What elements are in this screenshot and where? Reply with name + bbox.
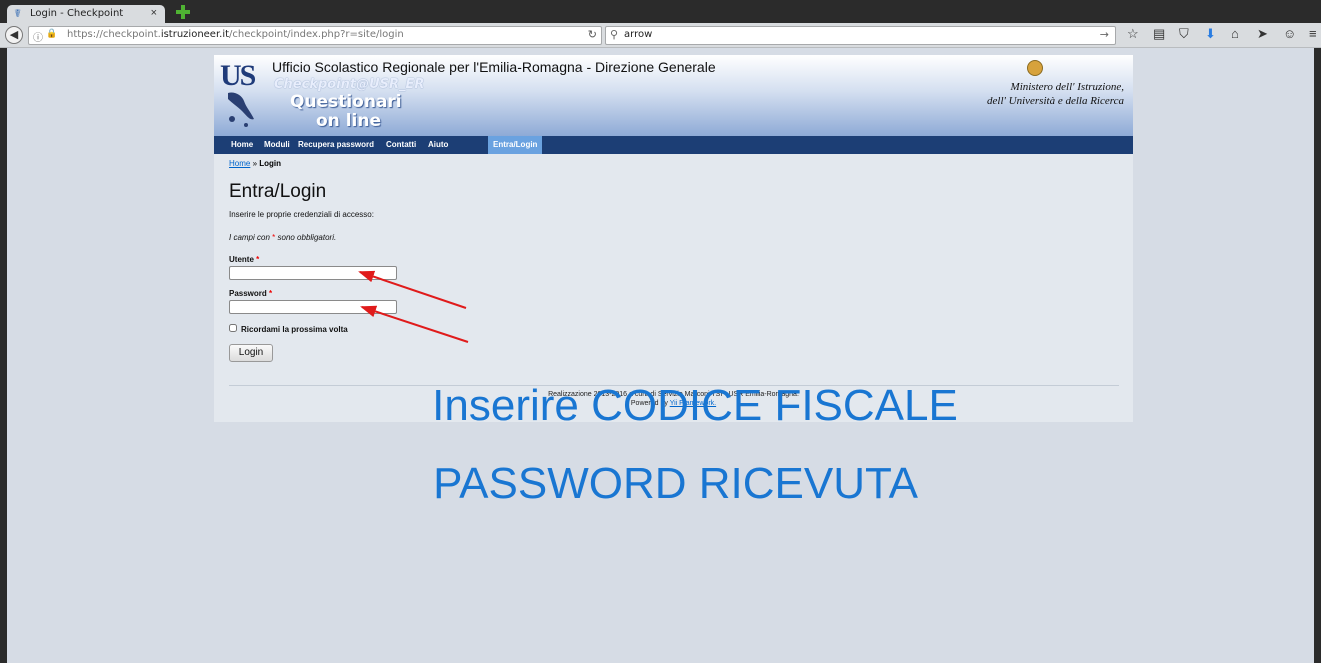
- breadcrumb: Home » Login: [229, 159, 281, 168]
- search-input[interactable]: arrow: [624, 29, 652, 40]
- menu-item-contatti[interactable]: Contatti: [386, 136, 416, 154]
- window-frame-left: [0, 0, 7, 663]
- download-icon[interactable]: ⬇: [1205, 26, 1216, 42]
- annotation-password-ricevuta: PASSWORD RICEVUTA: [433, 459, 918, 508]
- required-note-after: sono obbligatori.: [275, 233, 337, 242]
- browser-tab[interactable]: ☤ Login - Checkpoint ×: [7, 5, 165, 23]
- republic-emblem-icon: [1027, 60, 1043, 76]
- menu-item-moduli[interactable]: Moduli: [264, 136, 290, 154]
- browser-nav-bar: ◀ ⓘ 🔒 https://checkpoint.istruzioneer.it…: [0, 23, 1321, 48]
- toolbar-icons: ☆ ▤ ⛉ ⬇ ⌂ ➤ ☺ ≡: [1127, 26, 1321, 44]
- username-label: Utente *: [229, 255, 259, 264]
- username-label-text: Utente: [229, 255, 254, 264]
- username-required-star: *: [256, 255, 260, 264]
- password-label-text: Password: [229, 289, 267, 298]
- page-title: Entra/Login: [229, 181, 327, 202]
- chat-icon[interactable]: ☺: [1283, 26, 1296, 41]
- pocket-icon[interactable]: ⛉: [1179, 26, 1189, 42]
- home-icon[interactable]: ⌂: [1231, 26, 1239, 41]
- page-container: US Ufficio Scolastico Regionale per l'Em…: [214, 55, 1133, 422]
- menu-item-login[interactable]: Entra/Login: [488, 136, 543, 154]
- menu-item-recupera-password[interactable]: Recupera password: [298, 136, 374, 154]
- url-prefix: https://checkpoint.: [67, 29, 161, 40]
- menu-icon[interactable]: ≡: [1309, 26, 1317, 41]
- url-bar[interactable]: ⓘ 🔒 https://checkpoint.istruzioneer.it/c…: [28, 26, 602, 45]
- username-input[interactable]: [229, 266, 397, 280]
- password-required-star: *: [269, 289, 273, 298]
- window-frame-right: [1314, 0, 1321, 663]
- password-label: Password *: [229, 289, 272, 298]
- brand-name: Checkpoint@USR_ER: [274, 77, 425, 92]
- ministry-name-2: dell' Università e della Ricerca: [987, 95, 1124, 107]
- url-domain: istruzioneer.it: [160, 29, 230, 40]
- intro-text: Inserire le proprie credenziali di acces…: [229, 210, 374, 219]
- login-button[interactable]: Login: [229, 344, 273, 362]
- required-note-before: I campi con: [229, 233, 273, 242]
- office-name: Ufficio Scolastico Regionale per l'Emili…: [272, 59, 716, 75]
- reload-icon[interactable]: ↻: [588, 28, 597, 41]
- site-favicon-icon: ☤: [14, 8, 22, 20]
- send-icon[interactable]: ➤: [1257, 26, 1268, 42]
- close-tab-icon[interactable]: ×: [151, 7, 157, 19]
- brand-subtitle-2: on line: [316, 111, 381, 131]
- bookmark-star-icon[interactable]: ☆: [1127, 26, 1139, 42]
- info-icon[interactable]: ⓘ: [33, 29, 43, 44]
- back-button[interactable]: ◀: [5, 26, 23, 44]
- password-input[interactable]: [229, 300, 397, 314]
- menu-item-aiuto[interactable]: Aiuto: [428, 136, 448, 154]
- breadcrumb-home-link[interactable]: Home: [229, 159, 250, 168]
- remember-me-label[interactable]: Ricordami la prossima volta: [241, 325, 348, 334]
- site-header: US Ufficio Scolastico Regionale per l'Em…: [214, 55, 1133, 136]
- bookmarks-library-icon[interactable]: ▤: [1153, 26, 1165, 42]
- menu-item-home[interactable]: Home: [231, 136, 253, 154]
- tab-title: Login - Checkpoint: [30, 8, 124, 19]
- breadcrumb-current: Login: [259, 159, 282, 168]
- region-map-icon: [228, 92, 254, 127]
- main-menu: Home Moduli Recupera password Contatti A…: [214, 136, 1133, 154]
- breadcrumb-separator: »: [250, 159, 260, 168]
- annotation-codice-fiscale: Inserire CODICE FISCALE: [432, 381, 958, 430]
- brand-subtitle-1: Questionari: [290, 92, 402, 112]
- new-tab-icon[interactable]: [176, 5, 190, 19]
- ministry-name-1: Ministero dell' Istruzione,: [1010, 81, 1124, 93]
- usr-logo: US: [220, 59, 256, 92]
- lock-icon[interactable]: 🔒: [46, 29, 57, 39]
- search-icon: ⚲: [610, 28, 619, 41]
- remember-me-checkbox[interactable]: [229, 324, 237, 332]
- search-go-arrow-icon[interactable]: →: [1100, 28, 1109, 41]
- browser-tab-bar: ☤ Login - Checkpoint ×: [0, 0, 1321, 23]
- search-bar[interactable]: ⚲ arrow →: [605, 26, 1116, 45]
- url-text[interactable]: https://checkpoint.istruzioneer.it/check…: [67, 29, 404, 40]
- url-path: /checkpoint/index.php?r=site/login: [229, 29, 404, 40]
- required-note: I campi con * sono obbligatori.: [229, 233, 336, 242]
